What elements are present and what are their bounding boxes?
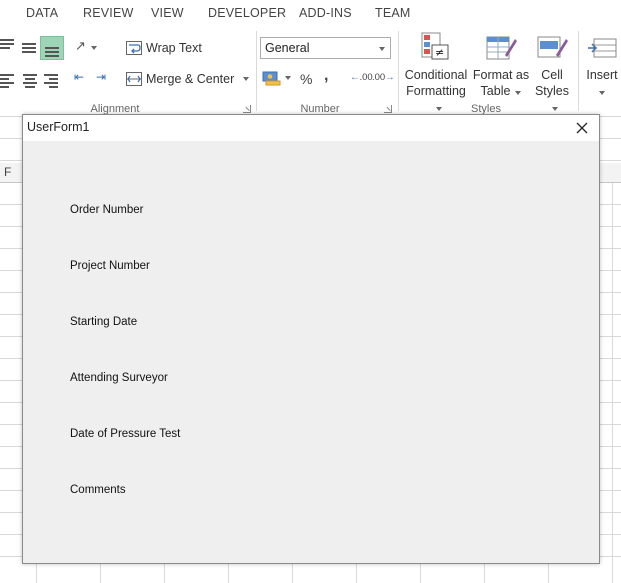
align-left-icon[interactable] [0, 74, 16, 88]
percent-style-button[interactable]: % [300, 71, 312, 87]
conditional-formatting-label-2: Formatting [406, 84, 466, 98]
merge-center-dropdown-icon[interactable] [243, 77, 250, 81]
tab-view[interactable]: VIEW [151, 6, 184, 20]
alignment-launcher-icon[interactable] [243, 105, 251, 113]
merge-center-label: Merge & Center [146, 72, 235, 86]
conditional-formatting-icon: ≠ [420, 31, 452, 63]
align-right-icon[interactable] [44, 74, 60, 88]
grid-line [612, 183, 613, 583]
close-icon [576, 122, 588, 134]
cell-styles-label-2: Styles [534, 84, 570, 98]
pressure-test-date-label: Date of Pressure Test [70, 428, 181, 440]
format-as-table-icon [485, 31, 517, 63]
orientation-icon[interactable]: ↗︎ [75, 38, 97, 54]
format-as-table-button[interactable]: Format as Table [472, 31, 530, 99]
project-number-label: Project Number [70, 260, 150, 272]
svg-text:≠: ≠ [435, 46, 444, 59]
decrease-indent-icon[interactable]: ⇤ [74, 70, 84, 84]
tab-data[interactable]: DATA [26, 6, 58, 20]
userform-title: UserForm1 [27, 120, 90, 134]
increase-decimal-button[interactable]: ←.00 [350, 72, 373, 83]
tab-review[interactable]: REVIEW [83, 6, 134, 20]
attending-surveyor-label: Attending Surveyor [70, 372, 168, 384]
align-center-icon[interactable] [23, 74, 39, 88]
format-as-table-label-2: Table [480, 84, 511, 98]
number-launcher-icon[interactable] [384, 105, 392, 113]
bottom-align-button[interactable] [40, 36, 64, 60]
decrease-decimal-label: .00 [372, 72, 386, 83]
format-as-table-label-1: Format as [472, 68, 530, 82]
top-align-icon[interactable] [0, 39, 16, 51]
comments-label: Comments [70, 484, 126, 496]
cell-styles-label-1: Cell [541, 68, 563, 82]
insert-button[interactable]: Insert [583, 31, 621, 99]
tab-team[interactable]: TEAM [375, 6, 411, 20]
tab-developer[interactable]: DEVELOPER [208, 6, 286, 20]
group-divider [398, 31, 399, 111]
accounting-format-button[interactable] [262, 70, 291, 86]
wrap-text-button[interactable]: Wrap Text [126, 36, 202, 60]
number-format-select[interactable]: General [260, 37, 391, 59]
accounting-icon [262, 71, 281, 86]
cell-styles-icon [536, 31, 568, 63]
group-divider [578, 31, 579, 111]
userform-dialog[interactable]: UserForm1 Order Number Project Number St… [22, 114, 600, 564]
order-number-label: Order Number [70, 204, 144, 216]
increase-indent-icon[interactable]: ⇥ [96, 70, 106, 84]
close-button[interactable] [571, 117, 593, 139]
cell-styles-button[interactable]: Cell Styles [530, 31, 574, 115]
wrap-text-label: Wrap Text [146, 41, 202, 55]
userform-title-bar[interactable]: UserForm1 [23, 115, 599, 141]
conditional-formatting-label-1: Conditional [404, 68, 468, 82]
starting-date-label: Starting Date [70, 316, 138, 328]
tab-add-ins[interactable]: ADD-INS [299, 6, 352, 20]
ribbon-tab-bar: DATA REVIEW VIEW DEVELOPER ADD-INS TEAM [0, 0, 621, 27]
column-header-f[interactable]: F [4, 165, 11, 179]
decrease-decimal-button[interactable]: .00→ [372, 72, 395, 83]
number-format-value: General [265, 41, 310, 55]
number-format-dropdown-icon [379, 47, 385, 51]
increase-decimal-label: .00 [359, 72, 373, 83]
wrap-text-icon [126, 41, 142, 55]
insert-cells-icon [586, 31, 618, 63]
middle-align-icon[interactable] [22, 41, 38, 53]
ribbon: ↗︎ ⇤ ⇥ Wrap Text Merge & Center Alignmen… [0, 27, 621, 117]
merge-center-icon [126, 72, 142, 86]
merge-center-button[interactable]: Merge & Center [126, 67, 250, 91]
bottom-align-icon [45, 45, 61, 57]
insert-label: Insert [586, 68, 618, 82]
group-divider [256, 31, 257, 111]
comma-style-button[interactable]: , [324, 67, 328, 85]
